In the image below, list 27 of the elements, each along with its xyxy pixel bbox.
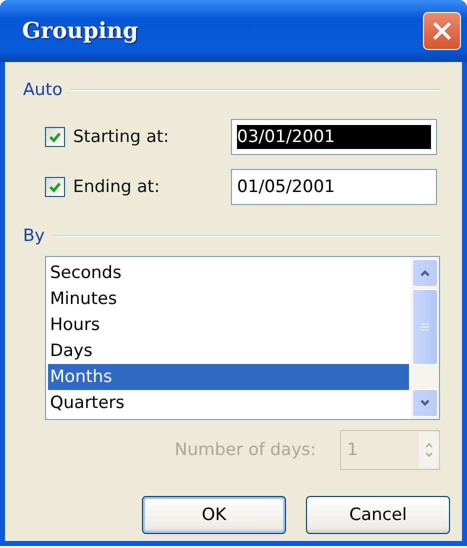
check-icon	[48, 130, 62, 144]
scrollbar-thumb[interactable]	[412, 289, 438, 365]
close-icon	[431, 20, 453, 42]
checkbox-label: Ending at:	[73, 177, 161, 197]
spin-arrows-icon	[419, 432, 439, 468]
group-label: Auto	[23, 80, 62, 100]
list-item[interactable]: Seconds	[48, 260, 409, 286]
check-icon	[48, 180, 62, 194]
list-item[interactable]: Months	[48, 364, 409, 390]
list-item[interactable]: Minutes	[48, 286, 409, 312]
field-label: Number of days:	[174, 440, 316, 460]
list-item[interactable]: Hours	[48, 312, 409, 338]
ok-button[interactable]: OK	[142, 496, 286, 534]
date-field[interactable]: 03/01/2001	[231, 119, 437, 155]
cancel-button[interactable]: Cancel	[306, 496, 450, 534]
list-item[interactable]: Quarters	[48, 390, 409, 416]
window-title: Grouping	[22, 18, 138, 44]
close-button[interactable]	[423, 12, 461, 50]
date-field[interactable]: 01/05/2001	[231, 169, 437, 205]
scroll-up-button[interactable]	[412, 259, 438, 287]
list-item[interactable]: Days	[48, 338, 409, 364]
checkbox[interactable]	[45, 177, 65, 197]
scroll-down-button[interactable]	[412, 389, 438, 417]
grip-icon	[420, 323, 430, 331]
group-label: By	[23, 226, 45, 246]
checkbox-label: Starting at:	[73, 127, 170, 147]
checkbox[interactable]	[45, 127, 65, 147]
